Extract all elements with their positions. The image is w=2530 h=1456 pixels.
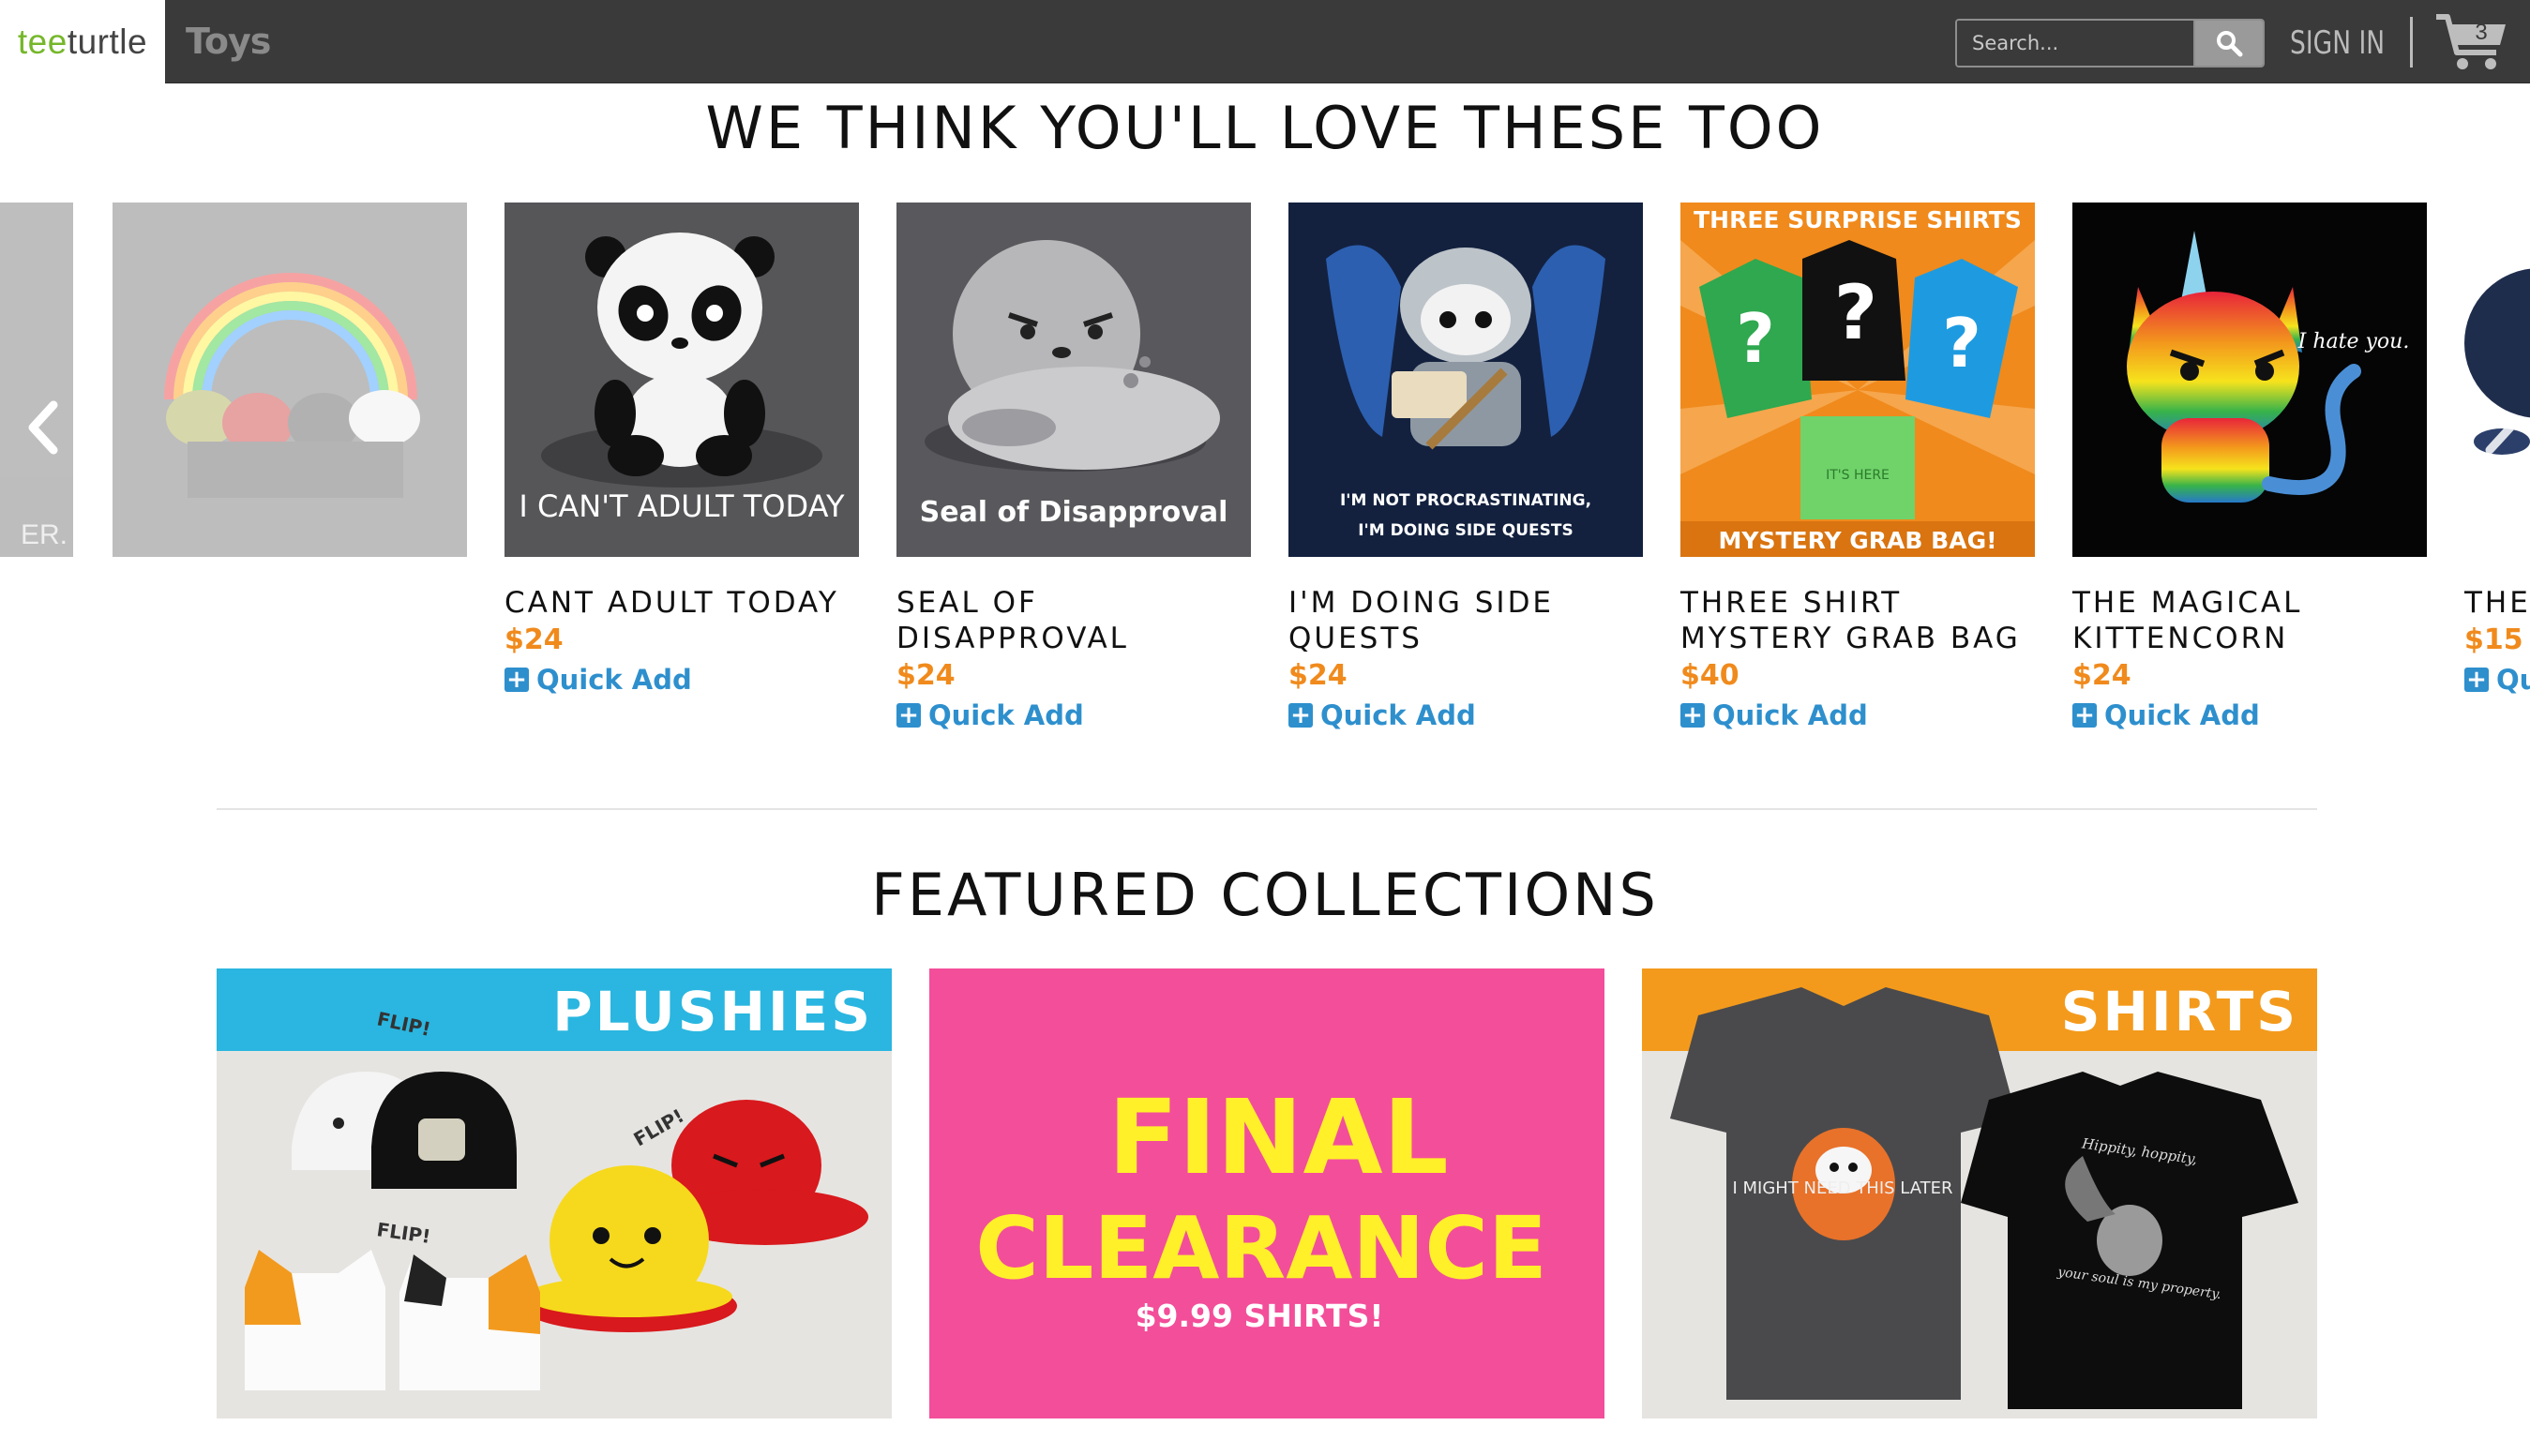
product-image-side-quests[interactable]: I'M NOT PROCRASTINATING, I'M DOING SIDE … [1288, 203, 1643, 557]
search-bar [1955, 19, 2265, 68]
art-text-grab-bag-top: THREE SURPRISE SHIRTS [1694, 206, 2022, 233]
product-name[interactable]: SEAL OF DISAPPROVAL [896, 585, 1251, 656]
teeturtle-logo[interactable]: teeturtle [0, 0, 165, 83]
product-name[interactable]: THE MAGICAL KITTENCORN [2072, 585, 2427, 656]
quick-add-label: Qu [2496, 664, 2530, 696]
carousel-prev-button[interactable] [21, 390, 68, 465]
product-image-cant-adult-today[interactable]: I CAN'T ADULT TODAY [504, 203, 859, 557]
logo-text-tee: tee [17, 22, 68, 61]
product-name[interactable]: THREE SHIRT MYSTERY GRAB BAG [1680, 585, 2035, 656]
product-price: $24 [1288, 659, 1348, 692]
collection-final-clearance[interactable]: FINAL CLEARANCE $9.99 SHIRTS! [929, 968, 1604, 1418]
plus-icon: + [2072, 703, 2097, 728]
featured-collections-title: FEATURED COLLECTIONS [871, 861, 1659, 929]
quick-add-label: Quick Add [1320, 699, 1476, 731]
quick-add-label: Quick Add [1712, 699, 1868, 731]
product-name[interactable]: I'M DOING SIDE QUESTS [1288, 585, 1643, 656]
product-price: $15 [2464, 623, 2523, 656]
shirt1-text: I MIGHT NEED THIS LATER [1732, 1178, 1952, 1198]
plus-icon: + [504, 668, 529, 692]
product-carousel: ER. I CAN'T ADULT TODAY CANT ADULT TODAY… [0, 203, 2530, 765]
product-price: $24 [2072, 659, 2131, 692]
search-icon [2217, 31, 2243, 57]
product-image-magical-kittencorn[interactable]: I hate you. [2072, 203, 2427, 557]
carousel-next-button[interactable] [2476, 390, 2522, 465]
section-divider [217, 808, 2317, 810]
quick-add-button[interactable]: + Quick Add [1680, 698, 2035, 733]
chevron-left-icon [28, 400, 58, 455]
product-image-unicorns [113, 203, 467, 557]
product-card-unicorns[interactable] [113, 203, 467, 557]
quick-add-label: Quick Add [928, 699, 1084, 731]
plus-icon: + [2464, 668, 2489, 692]
shirts-label: SHIRTS [2061, 980, 2298, 1043]
quick-add-button[interactable]: + Quick Add [504, 662, 859, 698]
plus-icon: + [1680, 703, 1705, 728]
quick-add-button[interactable]: + Qu [2464, 662, 2530, 698]
product-image-seal-of-disapproval[interactable]: Seal of Disapproval [896, 203, 1251, 557]
quick-add-button[interactable]: + Quick Add [896, 698, 1251, 733]
sign-in-link[interactable]: SIGN IN [2290, 0, 2385, 83]
quick-add-button[interactable]: + Quick Add [1288, 698, 1643, 733]
product-image-mystery-grab-bag[interactable]: THREE SURPRISE SHIRTS ? ? ? IT'S HERE MY… [1680, 203, 2035, 557]
header-divider [2410, 17, 2413, 68]
product-price: $24 [896, 659, 956, 692]
quick-add-button[interactable]: + Quick Add [2072, 698, 2427, 733]
logo-text-turtle: turtle [67, 22, 148, 61]
svg-text:?: ? [1834, 269, 1877, 356]
product-card-side-quests[interactable]: I'M NOT PROCRASTINATING, I'M DOING SIDE … [1288, 203, 1643, 733]
search-button[interactable] [2193, 21, 2263, 66]
cart-count-badge: 3 [2475, 20, 2488, 45]
product-card-seal-of-disapproval[interactable]: Seal of Disapproval SEAL OF DISAPPROVAL … [896, 203, 1251, 733]
product-card-mystery-grab-bag[interactable]: THREE SURPRISE SHIRTS ? ? ? IT'S HERE MY… [1680, 203, 2035, 733]
nav-link-toys[interactable]: Toys [186, 0, 271, 83]
product-card-magical-kittencorn[interactable]: I hate you. THE MAGICAL KITTENCORN $24 +… [2072, 203, 2427, 733]
art-text-side-quests-1: I'M NOT PROCRASTINATING, [1340, 491, 1591, 510]
product-card-cant-adult-today[interactable]: I CAN'T ADULT TODAY CANT ADULT TODAY $24… [504, 203, 859, 698]
clearance-line2: CLEARANCE [975, 1198, 1547, 1298]
art-text-grab-bag-bottom: MYSTERY GRAB BAG! [1718, 527, 1996, 554]
partial-card-text: ER. [20, 519, 68, 550]
clearance-line1: FINAL [1107, 1077, 1448, 1197]
search-input[interactable] [1957, 21, 2193, 66]
chevron-right-icon [2485, 400, 2515, 455]
product-image-reversible-plush[interactable] [2464, 203, 2530, 557]
art-text-side-quests-2: I'M DOING SIDE QUESTS [1358, 521, 1574, 540]
plus-icon: + [1288, 703, 1313, 728]
collection-shirts[interactable]: SHIRTS I MIGHT NEED THIS LATER Hippity, … [1642, 968, 2317, 1418]
plus-icon: + [896, 703, 921, 728]
svg-text:?: ? [1736, 299, 1775, 378]
product-price: $24 [504, 623, 564, 656]
quick-add-label: Quick Add [2104, 699, 2260, 731]
product-name[interactable]: CANT ADULT TODAY [504, 585, 859, 621]
art-text-bag: IT'S HERE [1826, 468, 1890, 483]
art-text-seal: Seal of Disapproval [920, 496, 1228, 529]
collection-plushies[interactable]: PLUSHIES FLIP! FLIP! FLIP! [217, 968, 892, 1418]
recommendations-title: WE THINK YOU'LL LOVE THESE TOO [705, 94, 1825, 162]
top-navigation-bar: teeturtle Toys SIGN IN 3 [0, 0, 2530, 83]
product-price: $40 [1680, 659, 1739, 692]
product-name[interactable]: THE REVE PLUS [2464, 585, 2530, 621]
svg-text:?: ? [1942, 304, 1981, 383]
product-card-partial-left[interactable]: ER. [0, 203, 73, 557]
plushies-label: PLUSHIES [552, 980, 873, 1043]
quick-add-label: Quick Add [536, 664, 692, 696]
art-text-cant-adult: I CAN'T ADULT TODAY [519, 488, 845, 524]
clearance-line3: $9.99 SHIRTS! [1136, 1298, 1384, 1334]
art-text-kittencorn: I hate you. [2297, 330, 2410, 353]
